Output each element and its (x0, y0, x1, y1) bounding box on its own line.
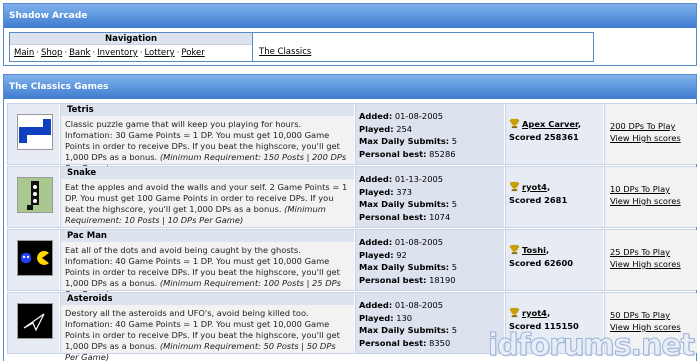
watermark: idforums.net (487, 328, 695, 361)
game-thumbnail-cell (8, 293, 59, 353)
game-description-cell: Pac Man Eat all of the dots and avoid be… (60, 230, 354, 299)
max-daily-label: Max Daily Submits: (359, 136, 450, 146)
game-name: Tetris (61, 104, 354, 116)
played-count: 130 (396, 312, 413, 323)
personal-best-value: 18190 (429, 274, 456, 285)
play-link[interactable]: 200 DPs To Play (610, 120, 692, 132)
play-cell: 200 DPs To Play View High scores (604, 104, 697, 164)
games-panel: The Classics Games Tetris Classic puzzle… (3, 74, 697, 361)
play-link[interactable]: 25 DPs To Play (610, 246, 692, 258)
champion-cell: ryot4, Scored 2681 (505, 167, 603, 227)
max-daily-label: Max Daily Submits: (359, 199, 450, 209)
game-name: Asteroids (61, 293, 354, 305)
nav-link-lottery[interactable]: Lottery (144, 48, 174, 58)
play-link[interactable]: 10 DPs To Play (610, 183, 692, 195)
champion-score: Scored 62600 (509, 258, 574, 268)
added-date: 01-08-2005 (394, 111, 444, 121)
trophy-icon (509, 118, 520, 129)
played-count: 254 (396, 123, 413, 134)
view-high-scores-link[interactable]: View High scores (610, 195, 692, 207)
game-name: Snake (61, 167, 354, 179)
played-label: Played: (359, 123, 394, 134)
champion-score: Scored 2681 (509, 195, 568, 205)
max-daily-label: Max Daily Submits: (359, 325, 450, 335)
game-thumbnail-cell (8, 167, 59, 227)
personal-best-label: Personal best: (359, 337, 427, 348)
game-description-cell: Snake Eat the apples and avoid the walls… (60, 167, 354, 227)
game-row: Pac Man Eat all of the dots and avoid be… (7, 229, 697, 299)
added-label: Added: (359, 174, 393, 184)
max-daily-label: Max Daily Submits: (359, 262, 450, 272)
added-date: 01-08-2005 (394, 300, 444, 310)
added-date: 01-13-2005 (394, 174, 444, 184)
personal-best-value: 8350 (429, 337, 451, 348)
personal-best-value: 1074 (429, 211, 451, 222)
champion-name[interactable]: Toshi (522, 245, 546, 255)
game-thumbnail-cell (8, 104, 59, 164)
max-daily-value: 5 (451, 136, 458, 146)
game-row: Snake Eat the apples and avoid the walls… (7, 166, 697, 228)
game-stats-cell: Added: 01-13-2005 Played: 373 Max Daily … (355, 167, 504, 227)
nav-link-poker[interactable]: Poker (181, 48, 204, 58)
champion-name[interactable]: ryot4 (522, 182, 547, 192)
played-count: 92 (396, 249, 407, 260)
asteroids-thumbnail-icon[interactable] (17, 303, 53, 339)
game-stats-cell: Added: 01-08-2005 Played: 92 Max Daily S… (355, 230, 504, 290)
personal-best-label: Personal best: (359, 274, 427, 285)
game-description-cell: Asteroids Destory all the asteroids and … (60, 293, 354, 361)
personal-best-value: 85286 (429, 148, 456, 159)
played-label: Played: (359, 249, 394, 260)
personal-best-label: Personal best: (359, 211, 427, 222)
navigation-links: Main · Shop · Bank · Inventory · Lottery · Poker (14, 48, 205, 58)
arcade-header-panel: Shadow Arcade Navigation Main · Shop · Bank ·… (3, 3, 697, 66)
played-label: Played: (359, 312, 394, 323)
max-daily-value: 5 (451, 325, 458, 335)
champion-cell: Toshi, Scored 62600 (505, 230, 603, 290)
added-label: Added: (359, 237, 393, 247)
champion-name[interactable]: Apex Carver (522, 119, 578, 129)
game-stats-cell: Added: 01-08-2005 Played: 130 Max Daily … (355, 293, 504, 353)
played-label: Played: (359, 186, 394, 197)
added-date: 01-08-2005 (394, 237, 444, 247)
view-high-scores-link[interactable]: View High scores (610, 258, 692, 270)
added-label: Added: (359, 300, 393, 310)
game-name: Pac Man (61, 230, 354, 242)
trophy-icon (509, 181, 520, 192)
champion-cell: Apex Carver, Scored 258361 (505, 104, 603, 164)
pacman-thumbnail-icon[interactable] (17, 240, 53, 276)
play-link[interactable]: 50 DPs To Play (610, 309, 692, 321)
play-cell: 25 DPs To Play View High scores (604, 230, 697, 290)
trophy-icon (509, 244, 520, 255)
added-label: Added: (359, 111, 393, 121)
snake-thumbnail-icon[interactable] (17, 177, 53, 213)
view-high-scores-link[interactable]: View High scores (610, 132, 692, 144)
nav-link-main[interactable]: Main (14, 48, 34, 58)
site-title: Shadow Arcade (4, 4, 696, 28)
tetris-thumbnail-icon[interactable] (17, 114, 53, 150)
nav-link-shop[interactable]: Shop (41, 48, 62, 58)
max-daily-value: 5 (451, 262, 458, 272)
nav-link-bank[interactable]: Bank (69, 48, 90, 58)
game-description-cell: Tetris Classic puzzle game that will kee… (60, 104, 354, 173)
nav-link-inventory[interactable]: Inventory (97, 48, 138, 58)
personal-best-label: Personal best: (359, 148, 427, 159)
play-cell: 10 DPs To Play View High scores (604, 167, 697, 227)
games-section-title: The Classics Games (4, 75, 696, 99)
max-daily-value: 5 (451, 199, 458, 209)
played-count: 373 (396, 186, 413, 197)
navigation-table: Navigation Main · Shop · Bank · Inventory · Lott… (9, 32, 594, 62)
trophy-icon (509, 307, 520, 318)
section-link-the-classics[interactable]: The Classics (259, 47, 311, 57)
navigation-cell: Navigation Main · Shop · Bank · Inventory · Lott… (10, 33, 253, 61)
game-stats-cell: Added: 01-08-2005 Played: 254 Max Daily … (355, 104, 504, 164)
game-row: Tetris Classic puzzle game that will kee… (7, 103, 697, 173)
game-thumbnail-cell (8, 230, 59, 290)
champion-score: Scored 258361 (509, 132, 579, 142)
champion-name[interactable]: ryot4 (522, 308, 547, 318)
navigation-title: Navigation (10, 33, 252, 45)
